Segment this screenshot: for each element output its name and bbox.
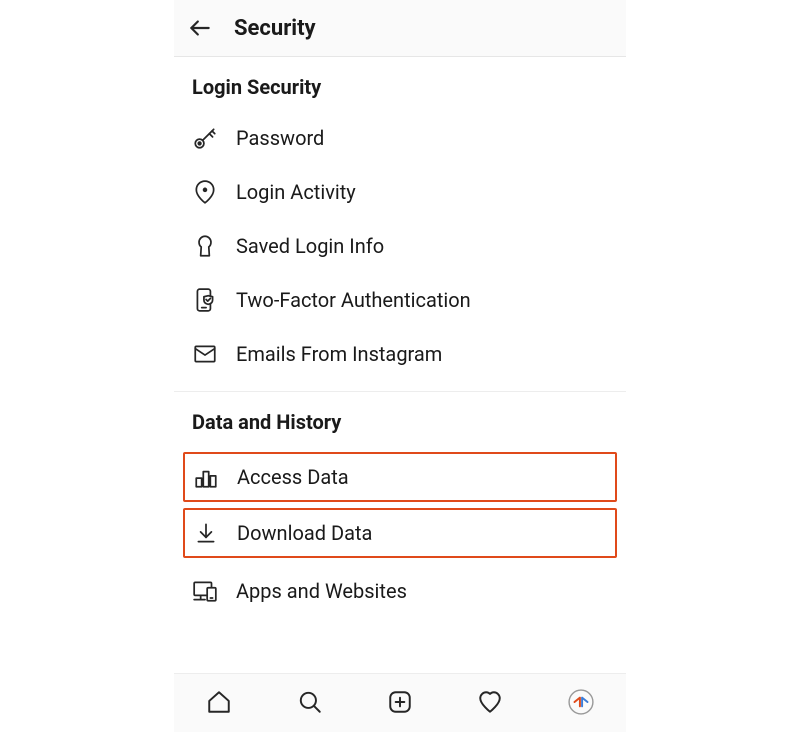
- download-icon: [193, 520, 219, 546]
- menu-item-password[interactable]: Password: [174, 111, 626, 165]
- home-icon: [206, 689, 232, 715]
- menu-item-apps-websites[interactable]: Apps and Websites: [174, 564, 626, 618]
- page-title: Security: [234, 16, 316, 41]
- bottom-navigation: [174, 673, 626, 732]
- menu-item-download-data[interactable]: Download Data: [183, 508, 617, 558]
- devices-icon: [192, 578, 218, 604]
- nav-create[interactable]: [386, 688, 414, 716]
- section-title-data-history: Data and History: [174, 392, 626, 446]
- menu-item-emails[interactable]: Emails From Instagram: [174, 327, 626, 381]
- nav-profile[interactable]: [567, 688, 595, 716]
- bar-chart-icon: [193, 464, 219, 490]
- back-button[interactable]: [186, 14, 214, 42]
- security-settings-screen: Security Login Security Password: [174, 0, 626, 732]
- menu-label: Two-Factor Authentication: [236, 288, 471, 312]
- menu-label: Login Activity: [236, 180, 356, 204]
- heart-icon: [477, 689, 503, 715]
- nav-search[interactable]: [296, 688, 324, 716]
- menu-item-two-factor[interactable]: Two-Factor Authentication: [174, 273, 626, 327]
- menu-label: Apps and Websites: [236, 579, 407, 603]
- location-pin-icon: [192, 179, 218, 205]
- section-title-login-security: Login Security: [174, 57, 626, 111]
- arrow-left-icon: [187, 15, 213, 41]
- search-icon: [297, 689, 323, 715]
- envelope-icon: [192, 341, 218, 367]
- menu-label: Download Data: [237, 521, 372, 545]
- profile-circle-icon: [568, 689, 594, 715]
- menu-label: Access Data: [237, 465, 349, 489]
- content-area: Login Security Password Login: [174, 57, 626, 688]
- header-bar: Security: [174, 0, 626, 57]
- nav-home[interactable]: [205, 688, 233, 716]
- keyhole-icon: [192, 233, 218, 259]
- menu-item-access-data[interactable]: Access Data: [183, 452, 617, 502]
- phone-shield-icon: [192, 287, 218, 313]
- menu-item-saved-login-info[interactable]: Saved Login Info: [174, 219, 626, 273]
- menu-label: Password: [236, 126, 324, 150]
- key-icon: [192, 125, 218, 151]
- menu-label: Saved Login Info: [236, 234, 384, 258]
- menu-label: Emails From Instagram: [236, 342, 442, 366]
- menu-item-login-activity[interactable]: Login Activity: [174, 165, 626, 219]
- nav-activity[interactable]: [476, 688, 504, 716]
- plus-square-icon: [387, 689, 413, 715]
